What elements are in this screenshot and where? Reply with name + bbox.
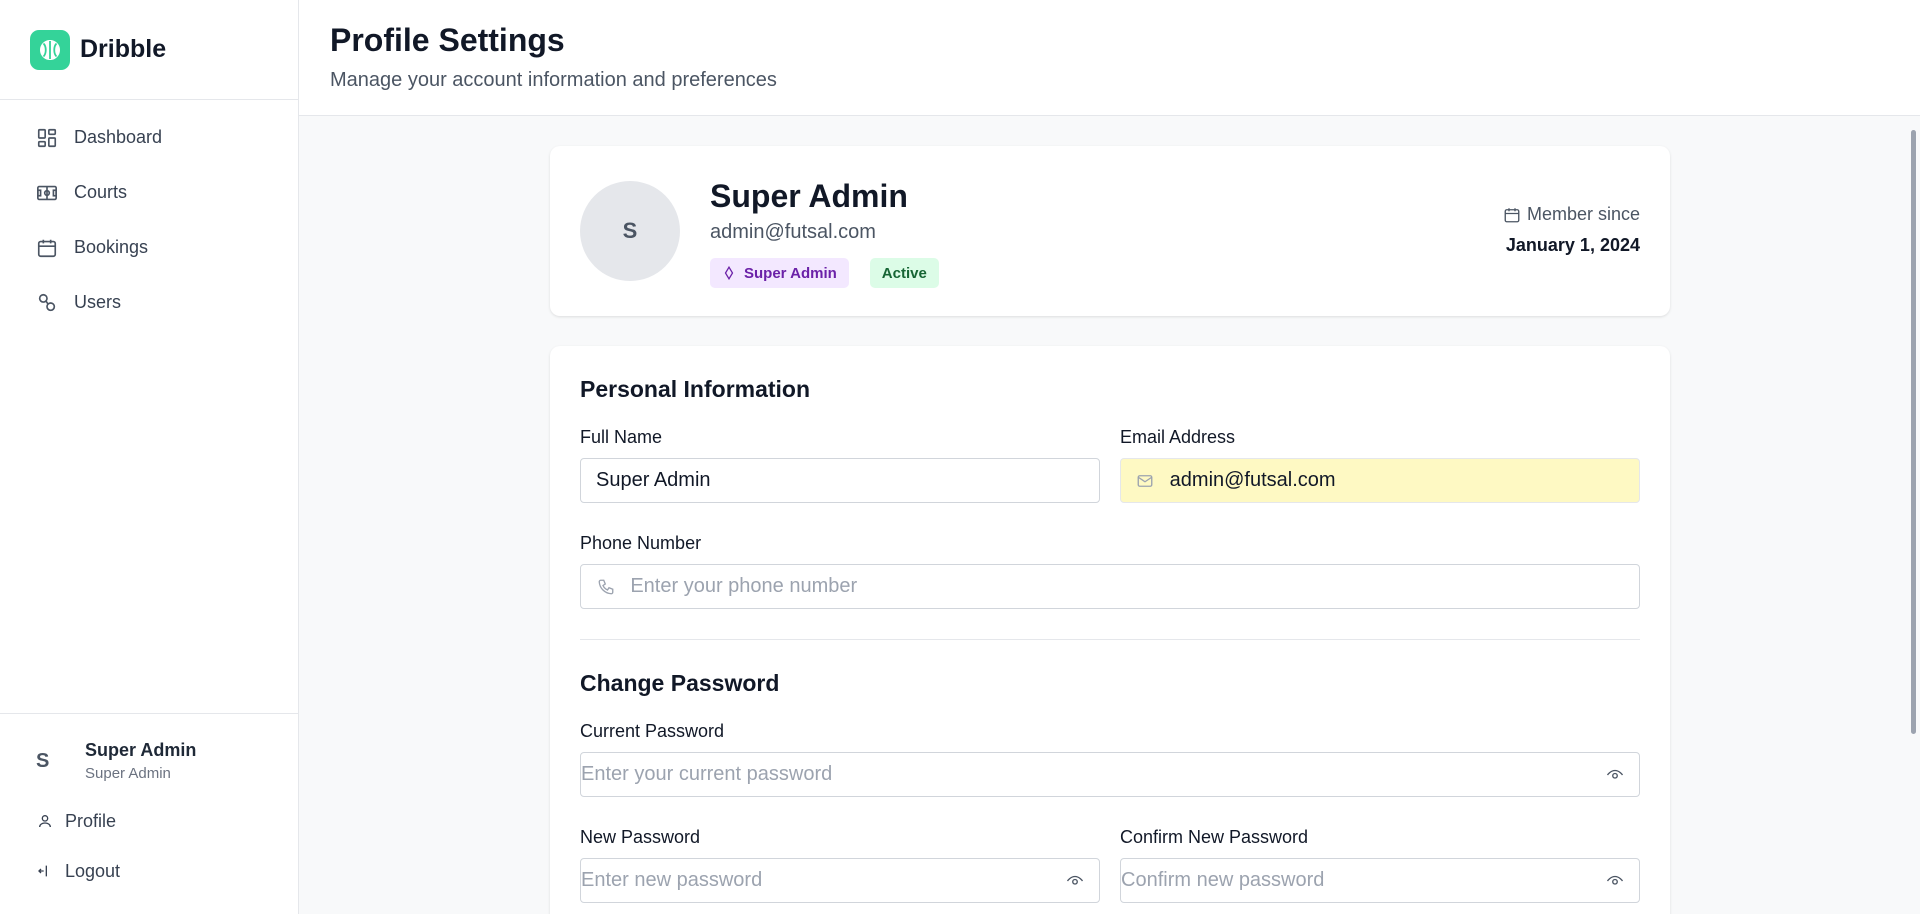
- email-box: [1120, 458, 1640, 503]
- personal-info-title: Personal Information: [580, 376, 811, 402]
- member-since-label: Member since: [1526, 204, 1640, 224]
- profile-label: Profile: [65, 810, 117, 831]
- phone-field[interactable]: [615, 565, 1639, 608]
- phone-box: [580, 564, 1640, 609]
- settings-form-card: Personal Information Full Name Email Add…: [550, 346, 1670, 914]
- profile-email: admin@futsal.com: [710, 221, 876, 243]
- confirm-password-label: Confirm New Password: [1120, 827, 1309, 847]
- confirm-password-field[interactable]: [1121, 859, 1639, 902]
- phone-label: Phone Number: [580, 533, 702, 553]
- page-header: Profile Settings Manage your account inf…: [299, 0, 1920, 116]
- section-divider: [580, 639, 1640, 640]
- calendar-icon: [1503, 206, 1521, 224]
- email-label: Email Address: [1120, 427, 1236, 447]
- sidebar: Dribble Dashboard Courts Bookings Users …: [0, 0, 299, 914]
- new-password-label: New Password: [580, 827, 701, 847]
- sidebar-item-bookings[interactable]: Bookings: [0, 220, 298, 275]
- sidebar-item-label: Bookings: [74, 237, 149, 257]
- sidebar-footer: S Super Admin Super Admin Profile Logout: [0, 713, 298, 914]
- current-password-field[interactable]: [581, 753, 1639, 796]
- sidebar-item-label: Dashboard: [74, 127, 163, 147]
- user-icon: [36, 812, 54, 830]
- brand[interactable]: Dribble: [0, 0, 298, 100]
- sidebar-item-label: Courts: [74, 182, 128, 202]
- profile-card: S Super Admin admin@futsal.com Super Adm…: [550, 146, 1670, 316]
- full-name-label: Full Name: [580, 427, 663, 447]
- status-badge: Active: [869, 258, 939, 288]
- sidebar-item-label: Users: [74, 292, 122, 312]
- basketball-logo-icon: [30, 29, 70, 70]
- eye-icon[interactable]: [1606, 872, 1624, 890]
- new-password-field[interactable]: [581, 859, 1099, 902]
- dashboard-icon: [35, 126, 59, 150]
- profile-link[interactable]: Profile: [0, 796, 298, 846]
- current-password-label: Current Password: [580, 721, 725, 741]
- brand-name: Dribble: [80, 35, 167, 63]
- confirm-password-box: [1120, 858, 1640, 903]
- current-user: S Super Admin Super Admin: [0, 714, 298, 782]
- sidebar-item-courts[interactable]: Courts: [0, 165, 298, 220]
- sidebar-item-users[interactable]: Users: [0, 275, 298, 330]
- court-icon: [35, 181, 59, 205]
- calendar-icon: [35, 236, 59, 260]
- scrollbar-thumb[interactable]: [1911, 130, 1916, 734]
- change-password-title: Change Password: [580, 670, 780, 696]
- member-since-date: January 1, 2024: [1505, 235, 1640, 255]
- email-field[interactable]: [1154, 459, 1639, 502]
- role-badge: Super Admin: [710, 258, 849, 288]
- sidebar-nav: Dashboard Courts Bookings Users: [0, 100, 298, 330]
- current-password-box: [580, 752, 1640, 797]
- logout-link[interactable]: Logout: [0, 846, 298, 896]
- users-icon: [35, 291, 59, 315]
- full-name-box: [580, 458, 1100, 503]
- phone-icon: [596, 578, 615, 596]
- user-name: Super Admin: [85, 740, 197, 760]
- page-title: Profile Settings: [330, 22, 565, 58]
- logout-icon: [36, 862, 54, 880]
- avatar: S: [36, 749, 50, 772]
- main-scrollbar[interactable]: [1908, 116, 1920, 914]
- full-name-field[interactable]: [581, 459, 1099, 502]
- logout-label: Logout: [65, 860, 121, 881]
- sidebar-item-dashboard[interactable]: Dashboard: [0, 110, 298, 165]
- eye-icon[interactable]: [1606, 766, 1624, 784]
- profile-name: Super Admin: [710, 178, 908, 214]
- member-since: Member since January 1, 2024: [1503, 204, 1640, 256]
- diamond-icon: [722, 266, 736, 280]
- user-role: Super Admin: [85, 765, 171, 782]
- page-subtitle: Manage your account information and pref…: [330, 69, 777, 91]
- eye-icon[interactable]: [1066, 872, 1084, 890]
- new-password-box: [580, 858, 1100, 903]
- profile-avatar: S: [580, 181, 680, 281]
- mail-icon: [1136, 472, 1155, 490]
- role-badge-label: Super Admin: [744, 264, 837, 282]
